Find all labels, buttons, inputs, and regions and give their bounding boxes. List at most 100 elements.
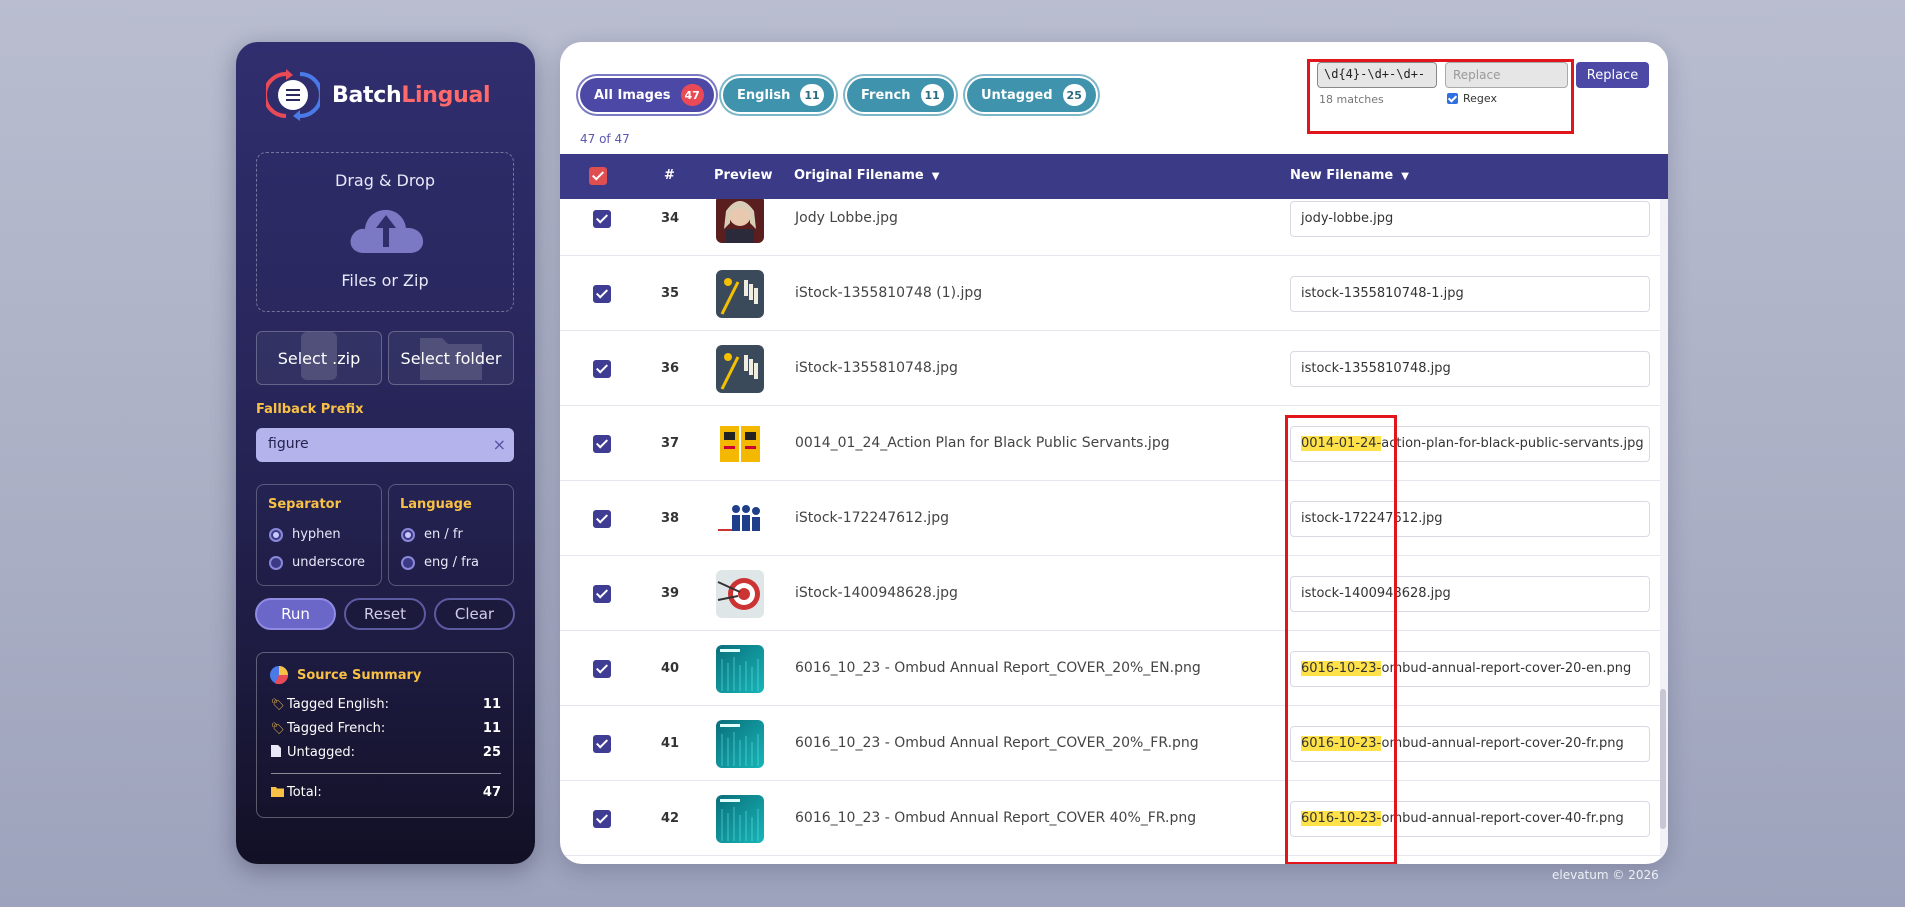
preview-thumbnail[interactable] [716,644,764,693]
filter-label: All Images [594,87,671,103]
clear-button[interactable]: Clear [434,598,515,630]
fallback-prefix-label: Fallback Prefix [256,402,364,417]
filter-untagged[interactable]: Untagged 25 [967,78,1096,112]
preview-thumbnail[interactable] [716,569,764,618]
scrollbar-thumb[interactable] [1660,689,1666,829]
pie-chart-icon [269,665,289,685]
header-new-label: New Filename [1290,168,1394,183]
logo-icon [263,68,323,122]
preview-thumbnail[interactable] [716,494,764,543]
language-engfra-radio[interactable]: eng / fra [401,555,479,570]
original-filename: 6016_10_23 - Ombud Annual Report_COVER_2… [795,659,1201,676]
checkbox-checked-icon [1447,93,1458,104]
new-filename-text: istock-172247612.jpg [1301,510,1443,526]
table-row: 34 Jody Lobbe.jpg jody-lobbe.jpg [560,199,1660,256]
sidebar: BatchLingual Drag & Drop Files or Zip Se… [236,42,535,864]
new-filename-input[interactable]: istock-1355810748-1.jpg [1290,275,1650,312]
table-row: 40 6016_10_23 - Ombud Annual Report_COVER… [560,631,1660,706]
summary-title: Source Summary [297,667,422,683]
filter-label: French [861,87,911,103]
summary-row-english: 🏷 Tagged English: 11 [271,697,501,712]
header-new-filename[interactable]: New Filename ▼ [1290,168,1409,183]
summary-label: Tagged English: [287,697,389,712]
app-title-part2: Lingual [401,82,491,108]
row-number: 41 [660,735,680,751]
table-row: 35 iStock-1355810748 (1).jpg istock-135581… [560,256,1660,331]
replace-button[interactable]: Replace [1576,62,1649,88]
select-folder-label: Select folder [400,348,502,368]
filter-english[interactable]: English 11 [723,78,834,112]
preview-thumbnail[interactable] [716,794,764,843]
select-folder-button[interactable]: Select folder [388,331,514,385]
reset-button[interactable]: Reset [344,598,426,630]
regex-pattern-input[interactable]: \d{4}-\d+-\d+- [1317,62,1437,88]
new-filename-input[interactable]: 0014-01-24-action-plan-for-black-public-… [1290,425,1650,462]
language-engfra-label: eng / fra [424,555,480,570]
filter-french[interactable]: French 11 [847,78,954,112]
preview-thumbnail[interactable] [716,344,764,393]
cloud-upload-icon [346,201,426,261]
row-number: 40 [660,660,680,676]
source-summary: Source Summary 🏷 Tagged English: 11 🏷 Ta… [256,652,514,818]
filter-label: Untagged [981,87,1053,103]
row-checkbox[interactable] [593,509,611,528]
preview-thumbnail[interactable] [716,719,764,768]
preview-thumbnail[interactable] [716,419,764,468]
row-checkbox[interactable] [593,434,611,453]
header-original-filename[interactable]: Original Filename ▼ [794,168,939,183]
result-count: 47 of 47 [580,132,630,146]
original-filename: iStock-1355810748.jpg [795,359,958,376]
summary-total-label: Total: [287,785,322,800]
filter-all-images[interactable]: All Images 47 [580,78,714,112]
dropzone-subtitle: Files or Zip [341,271,429,290]
table-scrollbar[interactable] [1660,199,1668,864]
new-filename-input[interactable]: istock-1355810748.jpg [1290,350,1650,387]
summary-value: 11 [482,721,501,736]
new-filename-input[interactable]: jody-lobbe.jpg [1290,200,1650,237]
radio-selected-icon [401,527,415,542]
row-checkbox[interactable] [593,584,611,603]
select-zip-button[interactable]: Select .zip [256,331,382,385]
row-number: 42 [660,810,680,826]
app-title-part1: Batch [332,82,402,108]
filter-count-badge: 11 [800,84,824,106]
row-checkbox[interactable] [593,659,611,678]
summary-row-total: Total: 47 [271,785,501,800]
regex-label: Regex [1463,92,1497,105]
preview-thumbnail[interactable] [716,269,764,318]
new-filename-input[interactable]: 6016-10-23-ombud-annual-report-cover-20-… [1290,650,1650,687]
run-button[interactable]: Run [255,598,336,630]
row-number: 38 [660,510,680,526]
row-checkbox[interactable] [593,359,611,378]
language-enfr-label: en / fr [424,527,463,542]
clear-prefix-icon[interactable]: × [493,435,506,454]
row-checkbox[interactable] [593,809,611,828]
app-title: BatchLingual [332,82,491,108]
filter-label: English [737,87,791,103]
radio-unselected-icon [401,555,415,570]
separator-hyphen-radio[interactable]: hyphen [269,527,341,542]
summary-divider [271,773,501,774]
row-checkbox[interactable] [593,734,611,753]
summary-label: Untagged: [287,745,355,760]
drop-zone[interactable]: Drag & Drop Files or Zip [256,152,514,312]
new-filename-input[interactable]: 6016-10-23-ombud-annual-report-cover-20-… [1290,725,1650,762]
separator-underscore-radio[interactable]: underscore [269,555,365,570]
regex-toggle[interactable]: Regex [1447,92,1497,105]
original-filename: iStock-172247612.jpg [795,509,949,526]
row-checkbox[interactable] [593,284,611,303]
original-filename: 6016_10_23 - Ombud Annual Report_COVER 4… [795,809,1197,826]
dropzone-title: Drag & Drop [335,171,435,190]
select-all-checkbox[interactable] [589,167,607,185]
fallback-prefix-input[interactable]: figure × [256,428,514,462]
row-number: 34 [660,210,680,226]
preview-thumbnail[interactable] [716,199,764,243]
language-enfr-radio[interactable]: en / fr [401,527,463,542]
new-filename-input[interactable]: istock-1400948628.jpg [1290,575,1650,612]
new-filename-input[interactable]: istock-172247612.jpg [1290,500,1650,537]
chevron-down-icon: ▼ [1401,171,1409,182]
row-checkbox[interactable] [593,209,611,228]
replace-input[interactable]: Replace [1445,62,1568,88]
new-filename-input[interactable]: 6016-10-23-ombud-annual-report-cover-40-… [1290,800,1650,837]
language-title: Language [400,497,472,512]
